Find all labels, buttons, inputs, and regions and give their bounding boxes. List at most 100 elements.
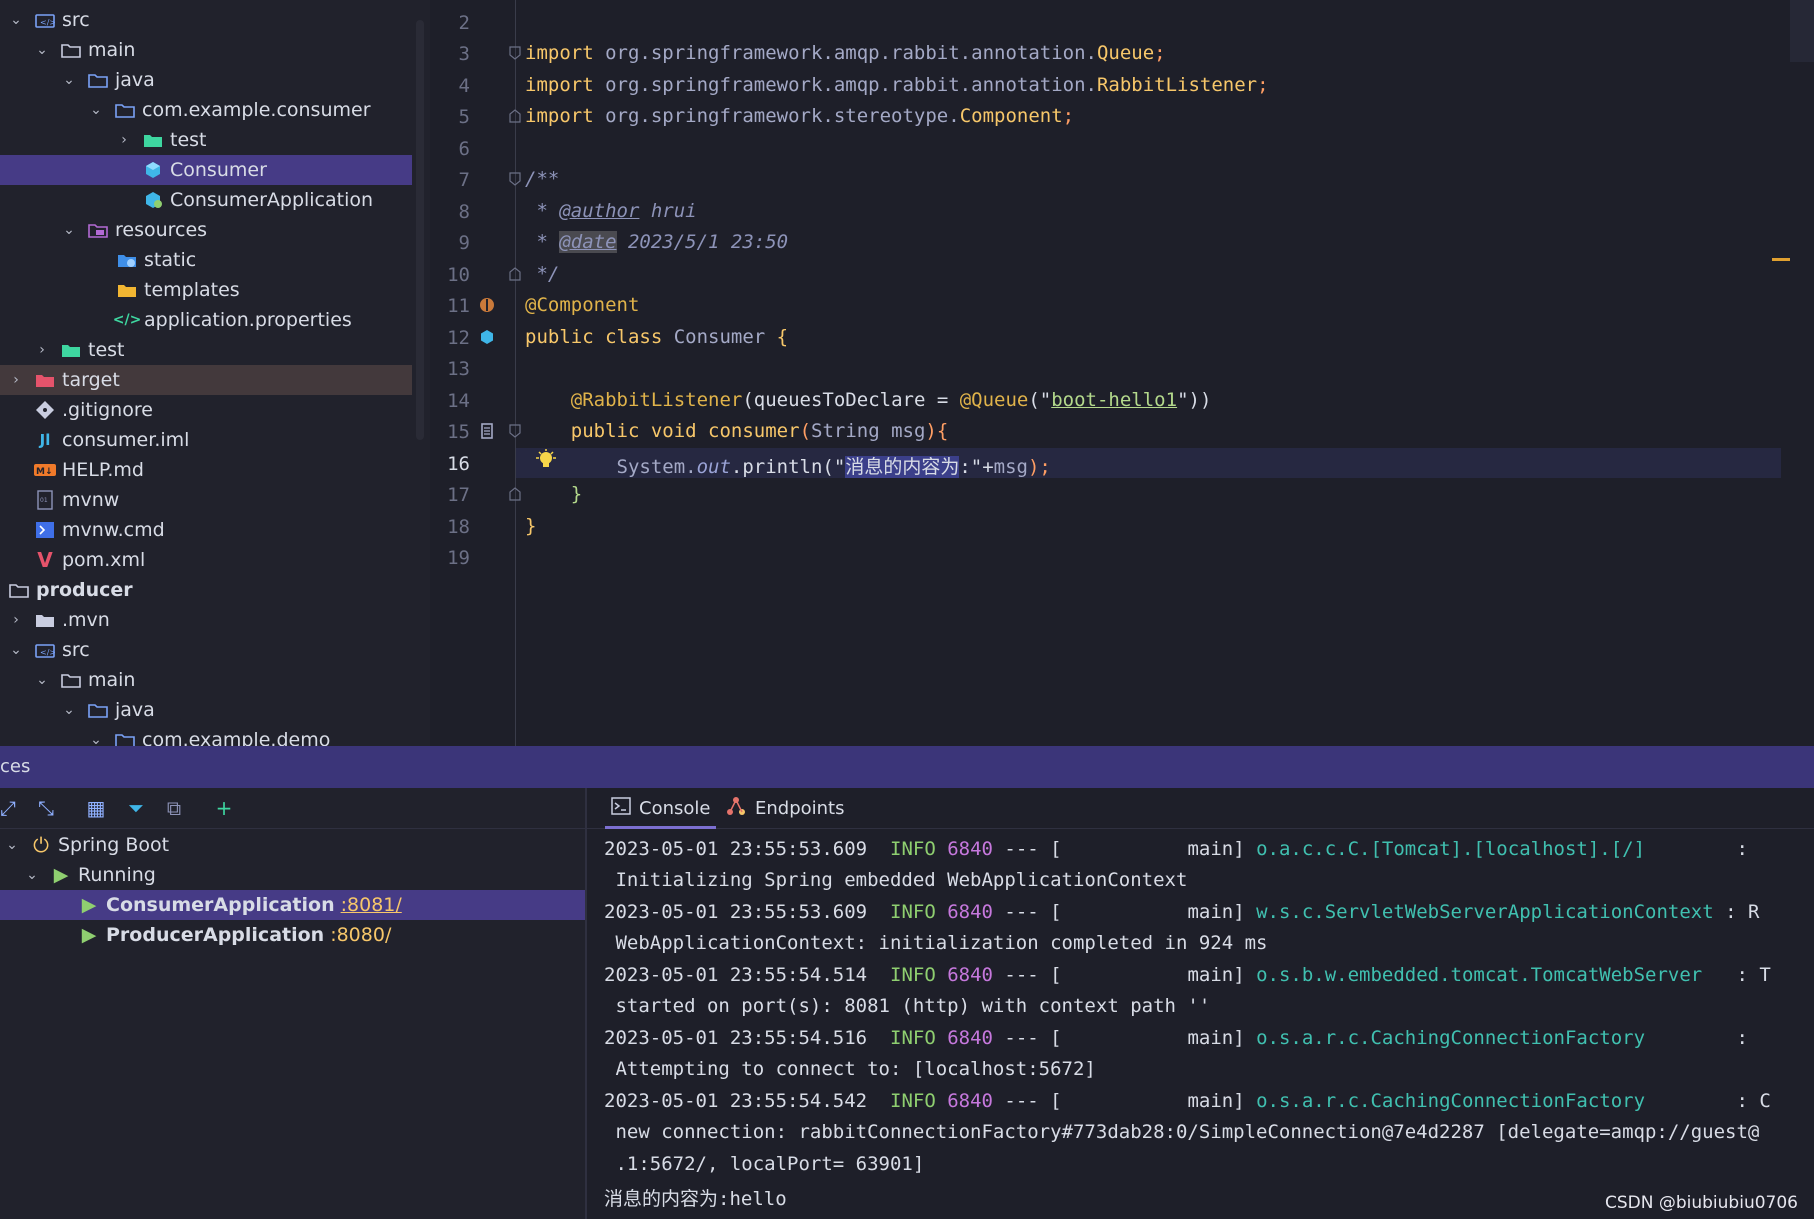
tree-row-consumer-application[interactable]: ConsumerApplication (0, 185, 412, 215)
log-pid: 6840 (947, 1090, 993, 1112)
tab-console[interactable]: Console (605, 788, 717, 829)
log-line: 2023-05-01 23:55:54.514 INFO 6840 --- [ … (604, 964, 1771, 986)
tree-row-mvn[interactable]: › .mvn (0, 605, 412, 635)
tree-row-application-properties[interactable]: </> application.properties (0, 305, 412, 335)
services-panel: ⤢ ⤡ ▦ ⏷ ⧉ + ⌄ ⏻ Spring Boot ⌄ ▶ Running … (0, 788, 663, 1219)
tree-row-consumer-iml[interactable]: Jl consumer.iml (0, 425, 412, 455)
chevron-down-icon[interactable]: ⌄ (24, 867, 40, 883)
fold-icon[interactable] (509, 172, 521, 186)
group-icon[interactable]: ▦ (84, 796, 108, 820)
fold-icon[interactable] (509, 46, 521, 60)
chevron-right-icon[interactable]: › (8, 612, 24, 628)
line-number: 4 (458, 75, 470, 97)
collapse-icon[interactable]: ⤡ (34, 796, 58, 820)
chevron-right-icon[interactable]: › (116, 132, 132, 148)
tree-row-java[interactable]: ⌄ java (0, 65, 412, 95)
rabbit-listener-icon[interactable] (478, 422, 496, 440)
line-number: 10 (447, 264, 470, 286)
fold-icon[interactable] (509, 487, 521, 501)
new-tab-icon[interactable]: ⧉ (162, 796, 186, 820)
log-timestamp: 2023-05-01 23:55:54.542 (604, 1090, 868, 1112)
tree-label: ConsumerApplication (170, 189, 374, 211)
chevron-down-icon[interactable]: ⌄ (34, 42, 50, 58)
expand-icon[interactable]: ⤢ (0, 796, 20, 820)
tree-running[interactable]: ⌄ ▶ Running (0, 860, 609, 890)
tree-row-test[interactable]: › test (0, 125, 412, 155)
tree-spring-boot[interactable]: ⌄ ⏻ Spring Boot (0, 830, 589, 860)
tree-row-mvnw[interactable]: 01 mvnw (0, 485, 412, 515)
service-consumer-application[interactable]: ▶ ConsumerApplication :8081/ (0, 890, 663, 920)
fold-icon[interactable] (509, 109, 521, 123)
chevron-down-icon[interactable]: ⌄ (88, 102, 104, 118)
chevron-down-icon[interactable]: ⌄ (34, 672, 50, 688)
service-port-link[interactable]: :8081/ (341, 894, 402, 916)
chevron-right-icon[interactable]: › (8, 372, 24, 388)
project-tree: ⌄ </> src ⌄ main ⌄ java ⌄ com.example.co… (0, 0, 412, 746)
minimap[interactable] (1790, 0, 1814, 62)
code-token: org.springframework.amqp.rabbit.annotati… (605, 42, 1097, 64)
code-line-7: /** (525, 168, 560, 190)
service-producer-application[interactable]: ▶ ProducerApplication :8080/ (0, 920, 663, 950)
tree-label: producer (36, 579, 133, 601)
spring-bean-icon[interactable] (478, 296, 496, 314)
line-number: 8 (458, 201, 470, 223)
tree-row-static[interactable]: static (0, 245, 412, 275)
filter-icon[interactable]: ⏷ (124, 796, 148, 820)
tree-row-main[interactable]: ⌄ main (0, 665, 412, 695)
source-root-icon (87, 70, 109, 90)
line-number: 12 (447, 327, 470, 349)
tree-row-templates[interactable]: templates (0, 275, 412, 305)
code-line-8: * @author hrui (525, 200, 696, 222)
tree-row-package[interactable]: ⌄ com.example.consumer (0, 95, 412, 125)
tree-scrollbar[interactable] (412, 0, 430, 746)
svg-text:</>: </> (40, 18, 55, 27)
tab-endpoints[interactable]: Endpoints (725, 788, 845, 828)
service-port-link[interactable]: :8080/ (330, 924, 391, 946)
code-token: } (570, 483, 583, 505)
tree-row-src[interactable]: ⌄ </> src (0, 5, 412, 35)
tree-row-mvnw-cmd[interactable]: mvnw.cmd (0, 515, 412, 545)
tree-row-java[interactable]: ⌄ java (0, 695, 412, 725)
code-editor[interactable]: 2 3 4 5 6 7 8 9 10 11 12 13 14 15 16 17 … (430, 0, 1814, 746)
tree-row-resources[interactable]: ⌄ resources (0, 215, 412, 245)
chevron-down-icon[interactable]: ⌄ (4, 837, 20, 853)
tree-row-consumer[interactable]: Consumer (0, 155, 412, 185)
power-icon: ⏻ (33, 833, 49, 857)
code-token: public void (570, 420, 709, 442)
java-class-icon[interactable] (478, 328, 496, 346)
chevron-down-icon[interactable]: ⌄ (8, 12, 24, 28)
chevron-down-icon[interactable]: ⌄ (8, 642, 24, 658)
scrollbar-thumb[interactable] (416, 20, 424, 440)
code-token: * (525, 200, 560, 222)
fold-icon[interactable] (509, 424, 521, 438)
log-logger: w.s.c.ServletWebServerApplicationContext (1256, 901, 1726, 923)
tab-label: Endpoints (755, 797, 845, 819)
log-sep: : (1736, 1027, 1748, 1049)
yellow-folder-icon (116, 280, 138, 300)
add-icon[interactable]: + (212, 796, 236, 820)
tree-row-pom-xml[interactable]: V pom.xml (0, 545, 412, 575)
chevron-down-icon[interactable]: ⌄ (61, 702, 77, 718)
services-title: ces (0, 756, 31, 777)
tree-row-help-md[interactable]: M↓ HELP.md (0, 455, 412, 485)
console-panel: Console Endpoints 2023-05-01 23:55:53.60… (587, 788, 1814, 1219)
log-timestamp: 2023-05-01 23:55:53.609 (604, 838, 868, 860)
tree-row-target[interactable]: › target (0, 365, 412, 395)
tree-row-producer[interactable]: producer (0, 575, 412, 605)
code-token: org.springframework.stereotype. (605, 105, 960, 127)
log-timestamp: 2023-05-01 23:55:53.609 (604, 901, 868, 923)
tree-row-gitignore[interactable]: .gitignore (0, 395, 412, 425)
chevron-down-icon[interactable]: ⌄ (88, 732, 104, 746)
chevron-down-icon[interactable]: ⌄ (61, 72, 77, 88)
fold-icon[interactable] (509, 267, 521, 281)
tree-row-src[interactable]: ⌄ </> src (0, 635, 412, 665)
tree-row-package[interactable]: ⌄ com.example.demo (0, 725, 412, 746)
tree-row-main[interactable]: ⌄ main (0, 35, 412, 65)
chevron-right-icon[interactable]: › (34, 342, 50, 358)
chevron-down-icon[interactable]: ⌄ (61, 222, 77, 238)
tree-row-test[interactable]: › test (0, 335, 412, 365)
warning-marker[interactable] (1772, 258, 1790, 261)
log-pid: 6840 (947, 964, 993, 986)
tree-label: mvnw (62, 489, 120, 511)
tree-label: com.example.demo (142, 729, 331, 746)
